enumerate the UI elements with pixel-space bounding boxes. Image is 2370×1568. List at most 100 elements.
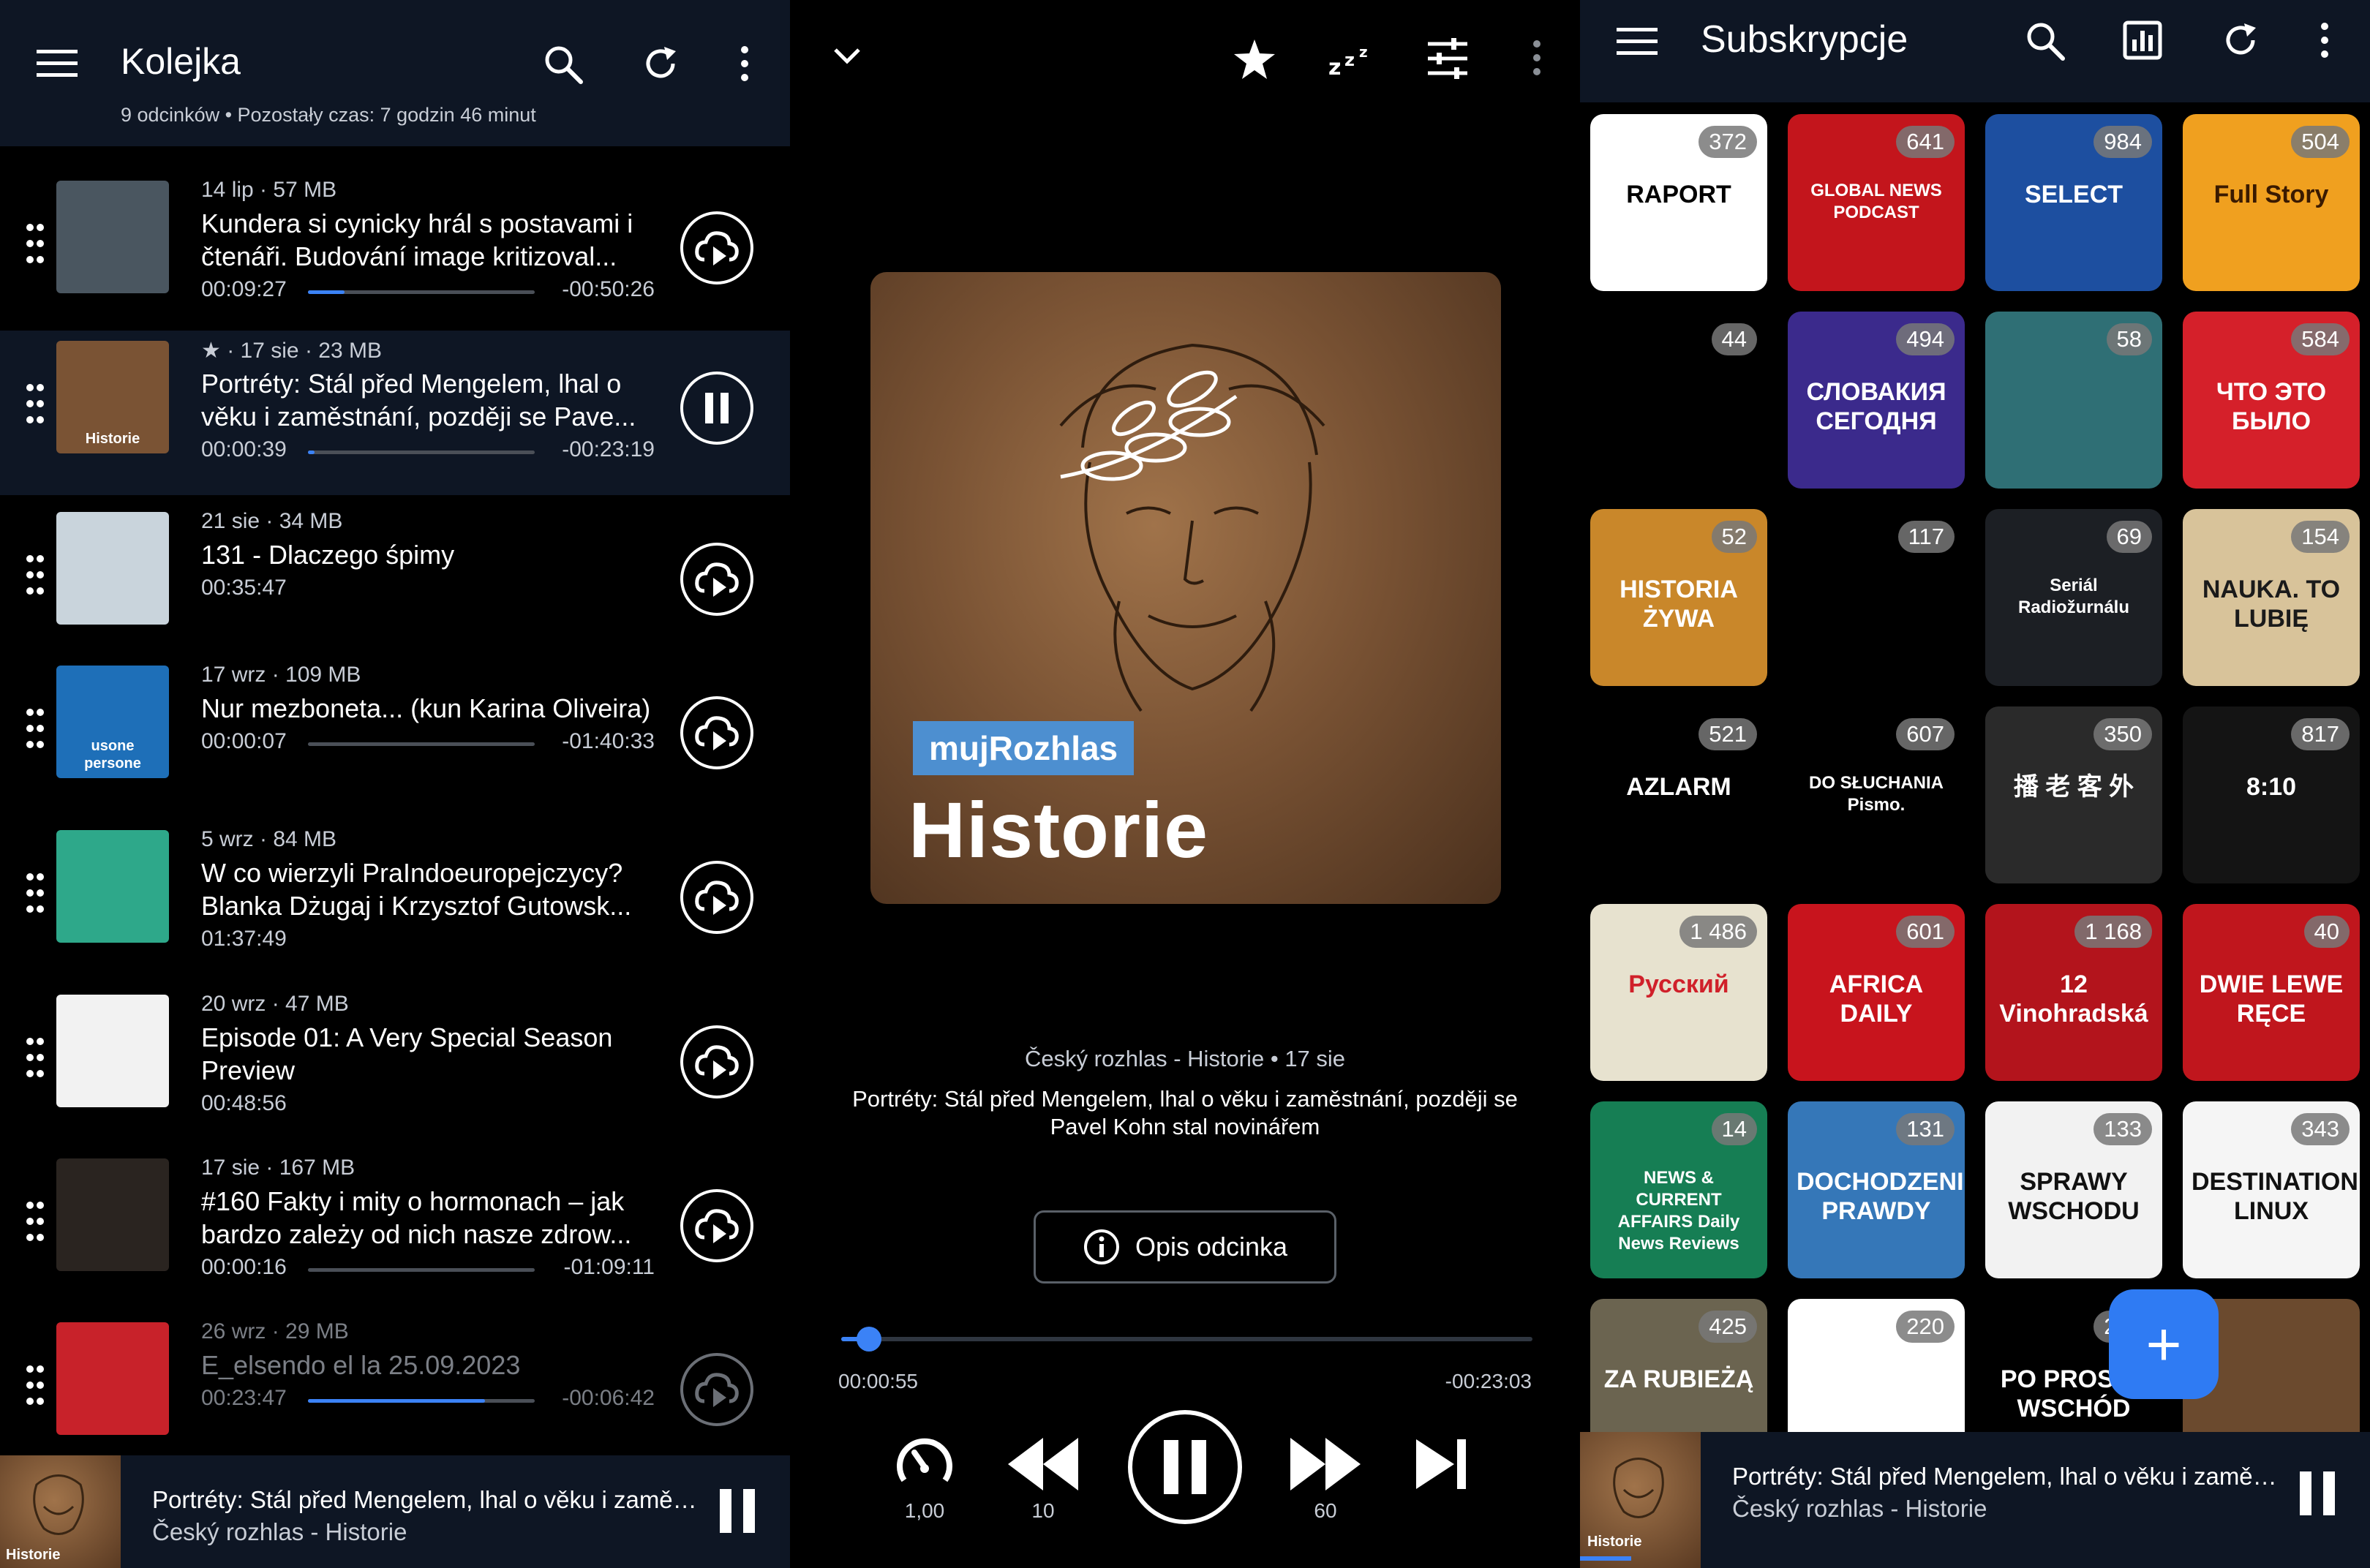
podcast-tile[interactable]: 52 HISTORIA ŻYWA [1590, 509, 1767, 686]
seek-handle[interactable] [856, 1327, 881, 1352]
queue-summary: 9 odcinków • Pozostały czas: 7 godzin 46… [121, 104, 536, 126]
podcast-tile[interactable]: 425 ZA RUBIEŻĄ [1590, 1299, 1767, 1433]
download-button[interactable] [680, 696, 753, 769]
queue-episode-row[interactable]: 5 wrz · 84 MB W co wierzyli PraIndoeurope… [0, 820, 790, 984]
podcast-tile[interactable]: 817 8:10 [2183, 706, 2360, 883]
podcast-tile[interactable]: 641 GLOBAL NEWS PODCAST [1788, 114, 1965, 291]
more-options-icon[interactable] [736, 44, 753, 83]
collapse-chevron-icon[interactable] [832, 45, 862, 66]
download-button[interactable] [680, 861, 753, 934]
drag-handle-icon[interactable] [25, 1037, 45, 1078]
queue-episode-row[interactable]: 17 sie · 167 MB #160 Fakty i mity o hormo… [0, 1148, 790, 1313]
favorite-star-icon[interactable] [1233, 38, 1276, 80]
download-button[interactable] [680, 1353, 753, 1426]
unplayed-count-badge: 504 [2291, 126, 2350, 158]
queue-episode-row[interactable]: 20 wrz · 47 MB Episode 01: A Very Special… [0, 984, 790, 1149]
mini-player-artwork: Historie [1580, 1432, 1701, 1568]
podcast-tile[interactable]: 1 168 12 Vinohradská [1985, 904, 2162, 1081]
fast-forward-button[interactable] [1287, 1435, 1363, 1493]
more-options-icon[interactable] [1529, 38, 1545, 78]
download-button[interactable] [680, 1189, 753, 1262]
podcast-tile[interactable]: 133 SPRAWY WSCHODU [1985, 1101, 2162, 1278]
podcast-tile-label: SELECT [2024, 181, 2123, 208]
unplayed-count-badge: 584 [2291, 323, 2350, 355]
playback-speed-button[interactable] [892, 1432, 957, 1496]
seek-bar[interactable] [841, 1327, 1532, 1352]
podcast-tile[interactable]: 1 486 Русский [1590, 904, 1767, 1081]
refresh-icon[interactable] [641, 44, 680, 83]
sleep-timer-icon[interactable]: zzz [1327, 37, 1378, 80]
play-pause-button[interactable] [1128, 1410, 1242, 1524]
unplayed-count-badge: 350 [2094, 718, 2152, 750]
podcast-tile[interactable]: 372 RAPORT [1590, 114, 1767, 291]
episode-title: W co wierzyli PraIndoeuropejczycy? Blank… [201, 858, 632, 921]
add-podcast-button[interactable]: + [2109, 1289, 2219, 1399]
podcast-tile[interactable]: 58 [1985, 312, 2162, 489]
episode-meta: 21 sie · 34 MB [201, 509, 343, 533]
statistics-icon[interactable] [2123, 20, 2162, 60]
refresh-icon[interactable] [2221, 20, 2260, 60]
cloud-play-icon [695, 1209, 739, 1243]
podcast-tile[interactable]: 40 DWIE LEWE RĘCE [2183, 904, 2360, 1081]
episode-artwork: Historie [56, 341, 169, 453]
drag-handle-icon[interactable] [25, 383, 45, 424]
mini-player[interactable]: Historie Portréty: Stál před Mengelem, l… [0, 1455, 790, 1568]
podcast-tile[interactable]: 521 AZLARM [1590, 706, 1767, 883]
podcast-tile[interactable]: 601 AFRICA DAILY [1788, 904, 1965, 1081]
podcast-tile[interactable]: 154 NAUKA. TO LUBIĘ [2183, 509, 2360, 686]
podcast-tile[interactable]: 117 [1788, 509, 1965, 686]
podcast-tile[interactable]: 494 СЛОВАКИЯ СЕГОДНЯ [1788, 312, 1965, 489]
equalizer-icon[interactable] [1426, 38, 1469, 79]
speed-label: 1,00 [904, 1499, 945, 1522]
drag-handle-icon[interactable] [25, 708, 45, 749]
podcast-tile[interactable]: 14 NEWS & CURRENT AFFAIRS Daily News Revi… [1590, 1101, 1767, 1278]
podcast-source: Český rozhlas - Historie • 17 sie [1024, 1046, 1346, 1071]
episode-elapsed: 00:48:56 [201, 1091, 287, 1115]
podcast-tile[interactable]: 131 DOCHODZENIE PRAWDY [1788, 1101, 1965, 1278]
menu-icon[interactable] [1617, 26, 1658, 56]
podcast-tile[interactable]: 44 [1590, 312, 1767, 489]
unplayed-count-badge: 44 [1711, 323, 1757, 355]
podcast-tile[interactable]: 607 DO SŁUCHANIA Pismo. [1788, 706, 1965, 883]
episode-progress-bar [308, 1399, 535, 1403]
drag-handle-icon[interactable] [25, 1201, 45, 1242]
podcast-tile[interactable]: 220 [1788, 1299, 1965, 1433]
queue-episode-row[interactable]: 21 sie · 34 MB 131 - Dlaczego śpimy 00:35:… [0, 502, 790, 666]
skip-next-button[interactable] [1413, 1436, 1469, 1492]
queue-episode-row[interactable]: usone persone 17 wrz · 109 MB Nur mezbonet… [0, 655, 790, 820]
unplayed-count-badge: 601 [1896, 916, 1955, 948]
episode-artwork [56, 512, 169, 625]
search-icon[interactable] [2025, 20, 2066, 61]
drag-handle-icon[interactable] [25, 872, 45, 913]
podcast-tile[interactable]: 584 ЧТО ЭТО БЫЛО [2183, 312, 2360, 489]
subscriptions-top-bar: Subskrypcje [1580, 0, 2370, 102]
mini-pause-button[interactable] [717, 1486, 758, 1536]
pause-button[interactable] [680, 372, 753, 445]
podcast-tile-label: Русский [1628, 970, 1729, 998]
podcast-tile[interactable]: 350 播 老 客 外 [1985, 706, 2162, 883]
episode-remaining: -00:06:42 [562, 1386, 655, 1410]
queue-episode-row[interactable]: Historie ★ · 17 sie · 23 MB Portréty: Stál… [0, 331, 790, 495]
queue-episode-row[interactable]: 14 lip · 57 MB Kundera si cynicky hrál s … [0, 170, 790, 335]
download-button[interactable] [680, 543, 753, 616]
mini-player[interactable]: Historie Portréty: Stál před Mengelem, l… [1580, 1432, 2370, 1568]
podcast-tile[interactable]: 504 Full Story [2183, 114, 2360, 291]
podcast-tile[interactable]: 343 DESTINATION LINUX [2183, 1101, 2360, 1278]
episode-description-button[interactable]: Opis odcinka [1034, 1210, 1336, 1284]
podcast-tile[interactable]: 984 SELECT [1985, 114, 2162, 291]
unplayed-count-badge: 372 [1698, 126, 1757, 158]
drag-handle-icon[interactable] [25, 554, 45, 595]
rewind-button[interactable] [1005, 1435, 1081, 1493]
download-button[interactable] [680, 1025, 753, 1098]
drag-handle-icon[interactable] [25, 223, 45, 264]
unplayed-count-badge: 425 [1698, 1311, 1757, 1343]
more-options-icon[interactable] [2316, 20, 2333, 60]
podcast-tile[interactable]: 69 Seriál Radiožurnálu [1985, 509, 2162, 686]
mini-pause-button[interactable] [2297, 1470, 2338, 1517]
download-button[interactable] [680, 211, 753, 284]
queue-episode-row[interactable]: 26 wrz · 29 MB E_elsendo el la 25.09.2023… [0, 1312, 790, 1477]
drag-handle-icon[interactable] [25, 1365, 45, 1406]
episode-title: Episode 01: A Very Special Season Previe… [201, 1022, 613, 1085]
search-icon[interactable] [543, 44, 584, 85]
menu-icon[interactable] [37, 48, 78, 78]
